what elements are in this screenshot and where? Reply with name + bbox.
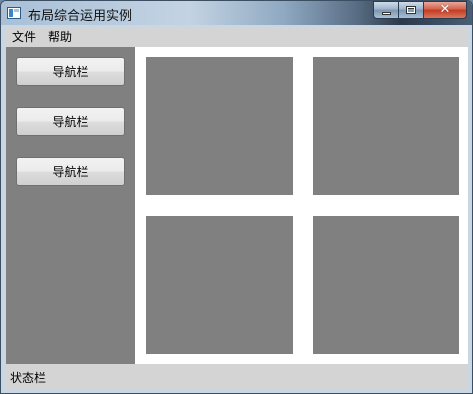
maximize-button[interactable] (399, 1, 424, 19)
status-bar: 状态栏 (6, 364, 468, 390)
close-icon: ✕ (439, 2, 451, 17)
main-window: 布局综合运用实例 ✕ 文件 帮助 导航栏 导航栏 导航栏 状态栏 (0, 0, 473, 394)
nav-button-2[interactable]: 导航栏 (16, 107, 125, 136)
client-area: 文件 帮助 导航栏 导航栏 导航栏 状态栏 (6, 28, 468, 390)
menu-help[interactable]: 帮助 (42, 28, 78, 47)
minimize-icon (381, 11, 391, 15)
minimize-button[interactable] (373, 1, 399, 19)
caption-buttons: ✕ (373, 1, 467, 19)
app-window-icon[interactable] (7, 7, 21, 19)
content-panel-bottom-left (146, 216, 293, 354)
content-panel-top-right (313, 57, 459, 195)
nav-button-1[interactable]: 导航栏 (16, 57, 125, 86)
window-title: 布局综合运用实例 (28, 9, 133, 24)
content-panel-top-left (146, 57, 293, 195)
menu-bar: 文件 帮助 (6, 28, 468, 47)
content-panel-bottom-right (313, 216, 459, 354)
maximize-icon (406, 6, 416, 14)
title-bar[interactable]: 布局综合运用实例 ✕ (1, 1, 472, 25)
nav-button-3[interactable]: 导航栏 (16, 157, 125, 186)
sidebar: 导航栏 导航栏 导航栏 (6, 47, 135, 364)
close-button[interactable]: ✕ (424, 1, 467, 19)
status-text: 状态栏 (10, 370, 47, 385)
content-area (135, 47, 468, 364)
menu-file[interactable]: 文件 (6, 28, 42, 47)
